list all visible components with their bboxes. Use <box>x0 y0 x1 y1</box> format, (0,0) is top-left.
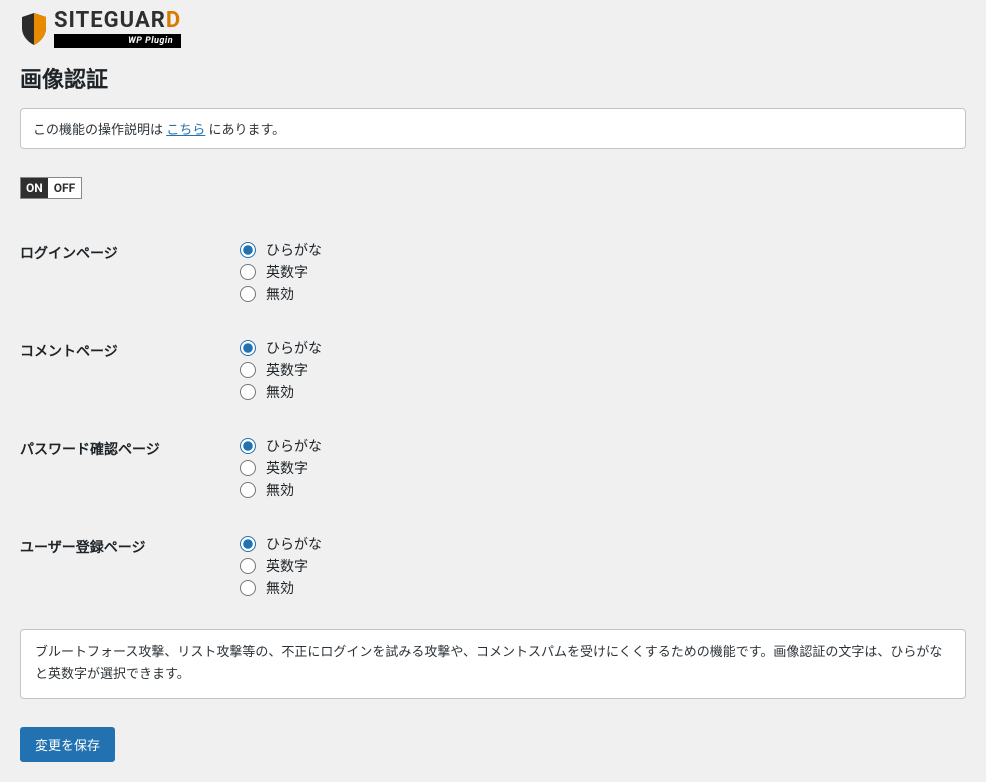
radio-input[interactable] <box>240 438 256 454</box>
brand-pre: SITEGUAR <box>54 8 166 33</box>
help-notice: この機能の操作説明は こちら にあります。 <box>20 108 966 149</box>
radio-lostpw-disabled[interactable]: 無効 <box>240 479 966 501</box>
brand-sub: WP Plugin <box>54 34 181 48</box>
radio-input[interactable] <box>240 558 256 574</box>
radio-input[interactable] <box>240 460 256 476</box>
radio-text: 無効 <box>266 480 294 500</box>
radio-input[interactable] <box>240 536 256 552</box>
plugin-logo: SITEGUARD WP Plugin <box>20 10 966 48</box>
radio-input[interactable] <box>240 580 256 596</box>
row-register: ユーザー登録ページ ひらがな 英数字 無効 <box>20 527 966 625</box>
brand-orange: D <box>166 8 181 33</box>
shield-icon <box>20 12 48 46</box>
label-comment: コメントページ <box>20 331 240 429</box>
radio-text: 英数字 <box>266 262 308 282</box>
radio-text: ひらがな <box>266 338 322 358</box>
label-register: ユーザー登録ページ <box>20 527 240 625</box>
feature-toggle[interactable]: ON OFF <box>20 177 82 199</box>
label-login: ログインページ <box>20 233 240 331</box>
radio-comment-disabled[interactable]: 無効 <box>240 381 966 403</box>
radio-login-disabled[interactable]: 無効 <box>240 283 966 305</box>
feature-description: ブルートフォース攻撃、リスト攻撃等の、不正にログインを試みる攻撃や、コメントスパ… <box>20 629 966 699</box>
save-button[interactable]: 変更を保存 <box>20 727 115 762</box>
notice-pre: この機能の操作説明は <box>33 123 166 138</box>
radio-input[interactable] <box>240 264 256 280</box>
toggle-off[interactable]: OFF <box>48 178 81 198</box>
settings-table: ログインページ ひらがな 英数字 無効 コメントページ ひらがな <box>20 233 966 625</box>
radio-input[interactable] <box>240 286 256 302</box>
radio-text: 英数字 <box>266 556 308 576</box>
page-title: 画像認証 <box>20 62 966 94</box>
label-lostpw: パスワード確認ページ <box>20 429 240 527</box>
radio-comment-hiragana[interactable]: ひらがな <box>240 337 966 359</box>
radio-text: 無効 <box>266 578 294 598</box>
row-login: ログインページ ひらがな 英数字 無効 <box>20 233 966 331</box>
radio-comment-alnum[interactable]: 英数字 <box>240 359 966 381</box>
radio-register-disabled[interactable]: 無効 <box>240 577 966 599</box>
radio-text: ひらがな <box>266 240 322 260</box>
radio-lostpw-alnum[interactable]: 英数字 <box>240 457 966 479</box>
help-link[interactable]: こちら <box>166 123 205 138</box>
radio-input[interactable] <box>240 362 256 378</box>
row-comment: コメントページ ひらがな 英数字 無効 <box>20 331 966 429</box>
radio-input[interactable] <box>240 242 256 258</box>
radio-text: ひらがな <box>266 534 322 554</box>
radio-text: ひらがな <box>266 436 322 456</box>
row-lostpw: パスワード確認ページ ひらがな 英数字 無効 <box>20 429 966 527</box>
radio-register-hiragana[interactable]: ひらがな <box>240 533 966 555</box>
radio-text: 無効 <box>266 382 294 402</box>
radio-lostpw-hiragana[interactable]: ひらがな <box>240 435 966 457</box>
radio-input[interactable] <box>240 482 256 498</box>
radio-login-hiragana[interactable]: ひらがな <box>240 239 966 261</box>
toggle-on[interactable]: ON <box>21 178 48 198</box>
radio-input[interactable] <box>240 384 256 400</box>
radio-text: 英数字 <box>266 360 308 380</box>
notice-post: にあります。 <box>205 123 285 138</box>
brand-name: SITEGUARD <box>54 10 181 32</box>
radio-text: 英数字 <box>266 458 308 478</box>
radio-register-alnum[interactable]: 英数字 <box>240 555 966 577</box>
radio-text: 無効 <box>266 284 294 304</box>
radio-login-alnum[interactable]: 英数字 <box>240 261 966 283</box>
logo-text: SITEGUARD WP Plugin <box>54 10 181 48</box>
radio-input[interactable] <box>240 340 256 356</box>
